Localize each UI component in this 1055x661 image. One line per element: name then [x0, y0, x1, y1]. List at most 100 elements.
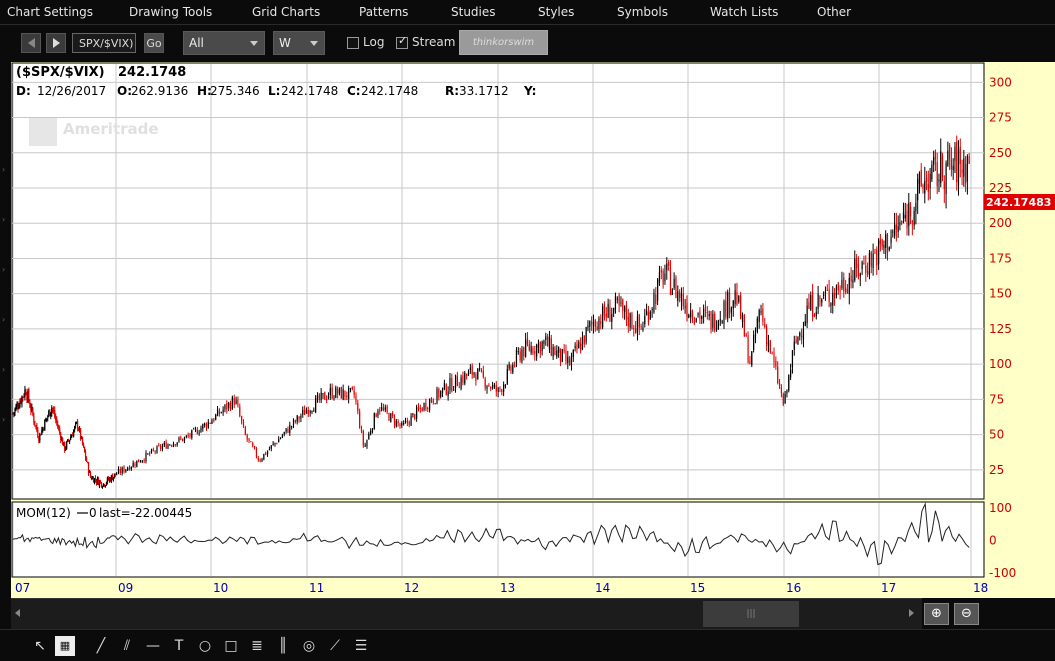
candle-body — [56, 418, 58, 423]
candle-body — [732, 300, 734, 309]
zoom-out-button[interactable]: ⊖ — [954, 603, 979, 625]
menu-drawing-tools[interactable]: Drawing Tools — [129, 5, 212, 19]
candle-body — [191, 429, 193, 438]
timeframe-select[interactable]: All — [183, 31, 265, 55]
more-tools-icon[interactable]: ☰ — [351, 636, 371, 656]
candle-body — [767, 342, 770, 346]
menu-other[interactable]: Other — [817, 5, 851, 19]
candle-body — [178, 437, 180, 442]
candle-body — [469, 367, 471, 371]
candle-body — [613, 307, 615, 314]
fibonacci-icon[interactable]: ≣ — [247, 636, 267, 656]
candle-body — [66, 441, 68, 449]
candle-body — [499, 388, 501, 390]
zoom-in-button[interactable]: ⊕ — [924, 603, 949, 625]
candle-body — [202, 424, 204, 429]
x-tick-label: 10 — [213, 581, 228, 595]
candle-body — [84, 451, 87, 459]
scroll-left-icon[interactable] — [15, 609, 20, 617]
candle-body — [169, 444, 171, 446]
candle-body — [691, 313, 694, 319]
parallel-lines-icon[interactable]: ⫽ — [117, 636, 137, 656]
candle-body — [360, 428, 363, 431]
candle-body — [139, 461, 142, 463]
menu-studies[interactable]: Studies — [451, 5, 496, 19]
candle-body — [788, 375, 790, 391]
candle-body — [248, 438, 250, 441]
candle-body — [160, 445, 162, 449]
menu-patterns[interactable]: Patterns — [359, 5, 408, 19]
text-tool-icon[interactable]: T — [169, 636, 189, 656]
candle-body — [57, 423, 59, 428]
study-last-value: last=-22.00445 — [99, 506, 192, 520]
back-button[interactable] — [21, 33, 41, 53]
menu-chart-settings[interactable]: Chart Settings — [7, 5, 93, 19]
y-tick-label: 200 — [989, 216, 1012, 230]
candle-body — [501, 389, 503, 392]
candle-body — [119, 469, 121, 474]
rectangle-icon[interactable]: □ — [221, 636, 241, 656]
aggregation-select[interactable]: W — [273, 31, 325, 55]
candle-body — [817, 293, 819, 309]
candle-body — [382, 407, 385, 410]
candle-body — [377, 411, 379, 416]
fan-icon[interactable]: ⟋ — [325, 636, 345, 656]
candle-body — [196, 429, 198, 435]
candle-body — [421, 408, 423, 412]
scrollbar-thumb[interactable]: ||| — [703, 601, 799, 627]
go-button[interactable]: Go — [144, 33, 164, 53]
y-tick-label: 50 — [989, 428, 1004, 442]
candle-body — [532, 348, 534, 354]
x-tick-label: 15 — [690, 581, 705, 595]
candle-body — [865, 265, 867, 273]
candle-body — [430, 398, 433, 402]
side-marker-icon: › — [2, 165, 6, 174]
candle-body — [922, 185, 924, 190]
cursor-icon[interactable]: ↖ — [30, 636, 50, 656]
candle-body — [152, 449, 154, 451]
trendline-icon[interactable]: ╱ — [91, 636, 111, 656]
study-zero-label: 0 — [89, 506, 97, 520]
candle-body — [52, 407, 54, 410]
chart-panel[interactable]: 25 50 75 100 125 150 175 200 225 250 275 300 07 09 10 1… — [11, 62, 1055, 598]
candle-body — [503, 384, 505, 392]
candle-body — [675, 277, 677, 298]
menu-bar: Chart Settings Drawing Tools Grid Charts… — [0, 0, 1055, 24]
y-tick-label: 150 — [989, 287, 1012, 301]
candle-body — [714, 313, 716, 331]
scroll-right-icon[interactable] — [909, 609, 914, 617]
symbol-input[interactable]: SPX/$VIX) — [72, 33, 136, 53]
candle-body — [205, 423, 208, 428]
crosshair-icon[interactable]: ▦ — [55, 636, 75, 656]
time-cycles-icon[interactable]: ║ — [273, 636, 293, 656]
stream-checkbox[interactable]: ✓ — [396, 34, 408, 49]
y-tick-label: 250 — [989, 146, 1012, 160]
candle-body — [642, 327, 644, 331]
menu-watch-lists[interactable]: Watch Lists — [710, 5, 778, 19]
horizontal-scrollbar[interactable]: ||| — [11, 598, 922, 629]
candle-body — [237, 399, 239, 406]
gann-icon[interactable]: ◎ — [299, 636, 319, 656]
candle-body — [451, 378, 453, 392]
side-marker-icon: › — [2, 315, 6, 324]
candle-body — [715, 328, 718, 330]
ellipse-icon[interactable]: ○ — [195, 636, 215, 656]
menu-symbols[interactable]: Symbols — [617, 5, 668, 19]
candle-body — [475, 374, 477, 381]
x-tick-label: 14 — [595, 581, 610, 595]
x-tick-label: 18 — [973, 581, 988, 595]
menu-grid-charts[interactable]: Grid Charts — [252, 5, 320, 19]
candle-body — [75, 422, 77, 426]
horizontal-line-icon[interactable]: — — [143, 636, 163, 656]
menu-styles[interactable]: Styles — [538, 5, 574, 19]
candle-body — [646, 310, 648, 315]
candle-body — [885, 234, 887, 248]
log-checkbox[interactable] — [347, 37, 359, 49]
forward-button[interactable] — [46, 33, 66, 53]
candle-body — [198, 432, 200, 434]
candle-body — [890, 236, 892, 244]
price-chart[interactable]: 25507510012515017520022525027530007 09 10 1… — [11, 62, 1055, 598]
candle-body — [171, 445, 173, 447]
candle-body — [241, 416, 243, 422]
candle-body — [846, 289, 849, 294]
